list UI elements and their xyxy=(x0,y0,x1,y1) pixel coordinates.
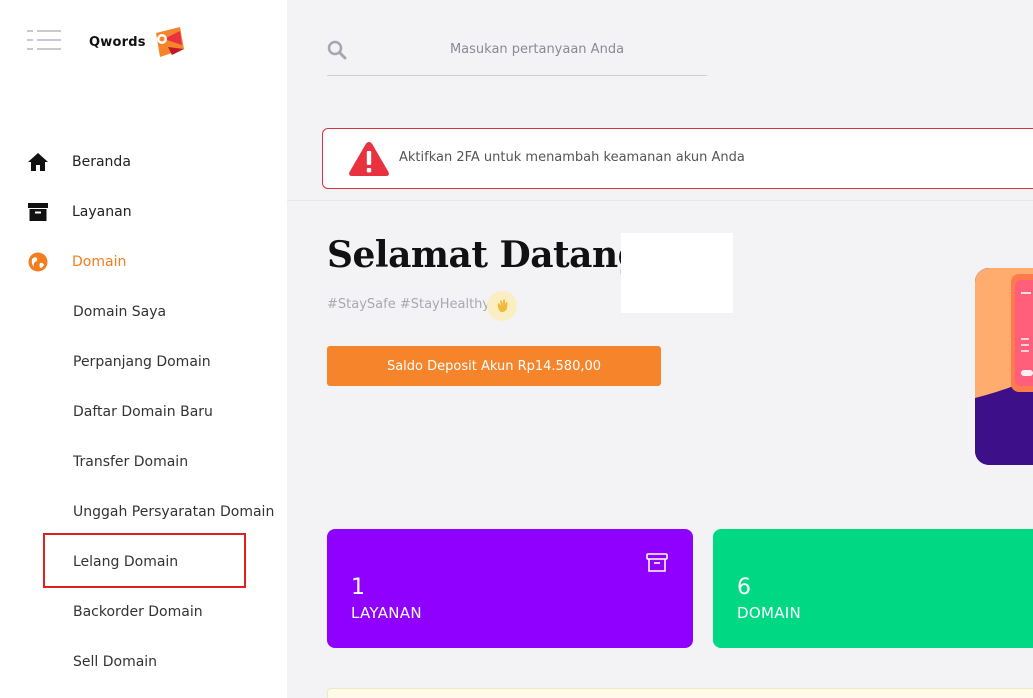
stat-card-layanan[interactable]: 1 LAYANAN xyxy=(327,529,693,648)
warning-triangle-icon xyxy=(349,142,389,176)
submenu-item-label: Perpanjang Domain xyxy=(73,354,211,370)
sidebar-item-label: Beranda xyxy=(72,154,131,170)
stat-value: 1 xyxy=(351,575,365,600)
sidebar-item-label: Layanan xyxy=(72,204,132,220)
waving-hand-icon xyxy=(487,291,517,321)
search-icon[interactable] xyxy=(327,40,347,60)
submenu-item-label: Transfer Domain xyxy=(73,454,189,470)
search-input[interactable] xyxy=(367,36,707,62)
brand-logo-mark-icon xyxy=(155,27,184,57)
submenu-item-lelang-domain[interactable]: Lelang Domain xyxy=(0,542,287,582)
promo-banner[interactable] xyxy=(975,268,1033,465)
brand-logo[interactable]: Qwords xyxy=(89,24,186,60)
submenu-item-label: Sell Domain xyxy=(73,654,158,670)
user-name-redacted xyxy=(621,233,733,313)
submenu-item-label: Lelang Domain xyxy=(73,554,179,570)
archive-box-icon xyxy=(27,201,49,223)
submenu-item-backorder-domain[interactable]: Backorder Domain xyxy=(0,592,287,632)
globe-icon xyxy=(27,251,49,273)
info-panel-edge xyxy=(327,688,1033,698)
section-divider xyxy=(287,200,1033,201)
submenu-item-perpanjang-domain[interactable]: Perpanjang Domain xyxy=(0,342,287,382)
2fa-alert: Aktifkan 2FA untuk menambah keamanan aku… xyxy=(322,128,1033,189)
submenu-item-label: Daftar Domain Baru xyxy=(73,404,213,420)
sidebar: Qwords Beranda Layanan Domain Domain Say… xyxy=(0,0,287,698)
search-bar xyxy=(327,30,707,76)
stat-label: LAYANAN xyxy=(351,604,422,622)
sidebar-item-domain[interactable]: Domain xyxy=(0,242,287,282)
archive-box-icon xyxy=(646,553,668,572)
sidebar-item-layanan[interactable]: Layanan xyxy=(0,192,287,232)
stat-value: 6 xyxy=(737,575,751,600)
submenu-item-sell-domain[interactable]: Sell Domain xyxy=(0,642,287,682)
promo-illustration xyxy=(975,268,1033,465)
brand-name: Qwords xyxy=(89,34,146,50)
menu-toggle-icon[interactable] xyxy=(27,30,61,54)
sidebar-item-beranda[interactable]: Beranda xyxy=(0,142,287,182)
sidebar-item-label: Domain xyxy=(72,254,127,270)
hashtags: #StaySafe #StayHealthy xyxy=(327,297,491,312)
submenu-item-label: Unggah Persyaratan Domain xyxy=(73,504,275,520)
home-icon xyxy=(27,151,49,173)
submenu-item-label: Backorder Domain xyxy=(73,604,203,620)
deposit-balance-button[interactable]: Saldo Deposit Akun Rp14.580,00 xyxy=(327,346,661,386)
stat-card-domain[interactable]: 6 DOMAIN xyxy=(713,529,1033,648)
submenu-item-unggah-persyaratan-domain[interactable]: Unggah Persyaratan Domain xyxy=(0,492,287,532)
submenu-item-domain-saya[interactable]: Domain Saya xyxy=(0,292,287,332)
submenu-item-daftar-domain-baru[interactable]: Daftar Domain Baru xyxy=(0,392,287,432)
main-content: Aktifkan 2FA untuk menambah keamanan aku… xyxy=(287,0,1033,698)
welcome-heading: Selamat Datang, xyxy=(327,234,655,276)
alert-text: Aktifkan 2FA untuk menambah keamanan aku… xyxy=(399,150,745,165)
submenu-item-label: Domain Saya xyxy=(73,304,167,320)
submenu-item-transfer-domain[interactable]: Transfer Domain xyxy=(0,442,287,482)
stat-label: DOMAIN xyxy=(737,604,802,622)
